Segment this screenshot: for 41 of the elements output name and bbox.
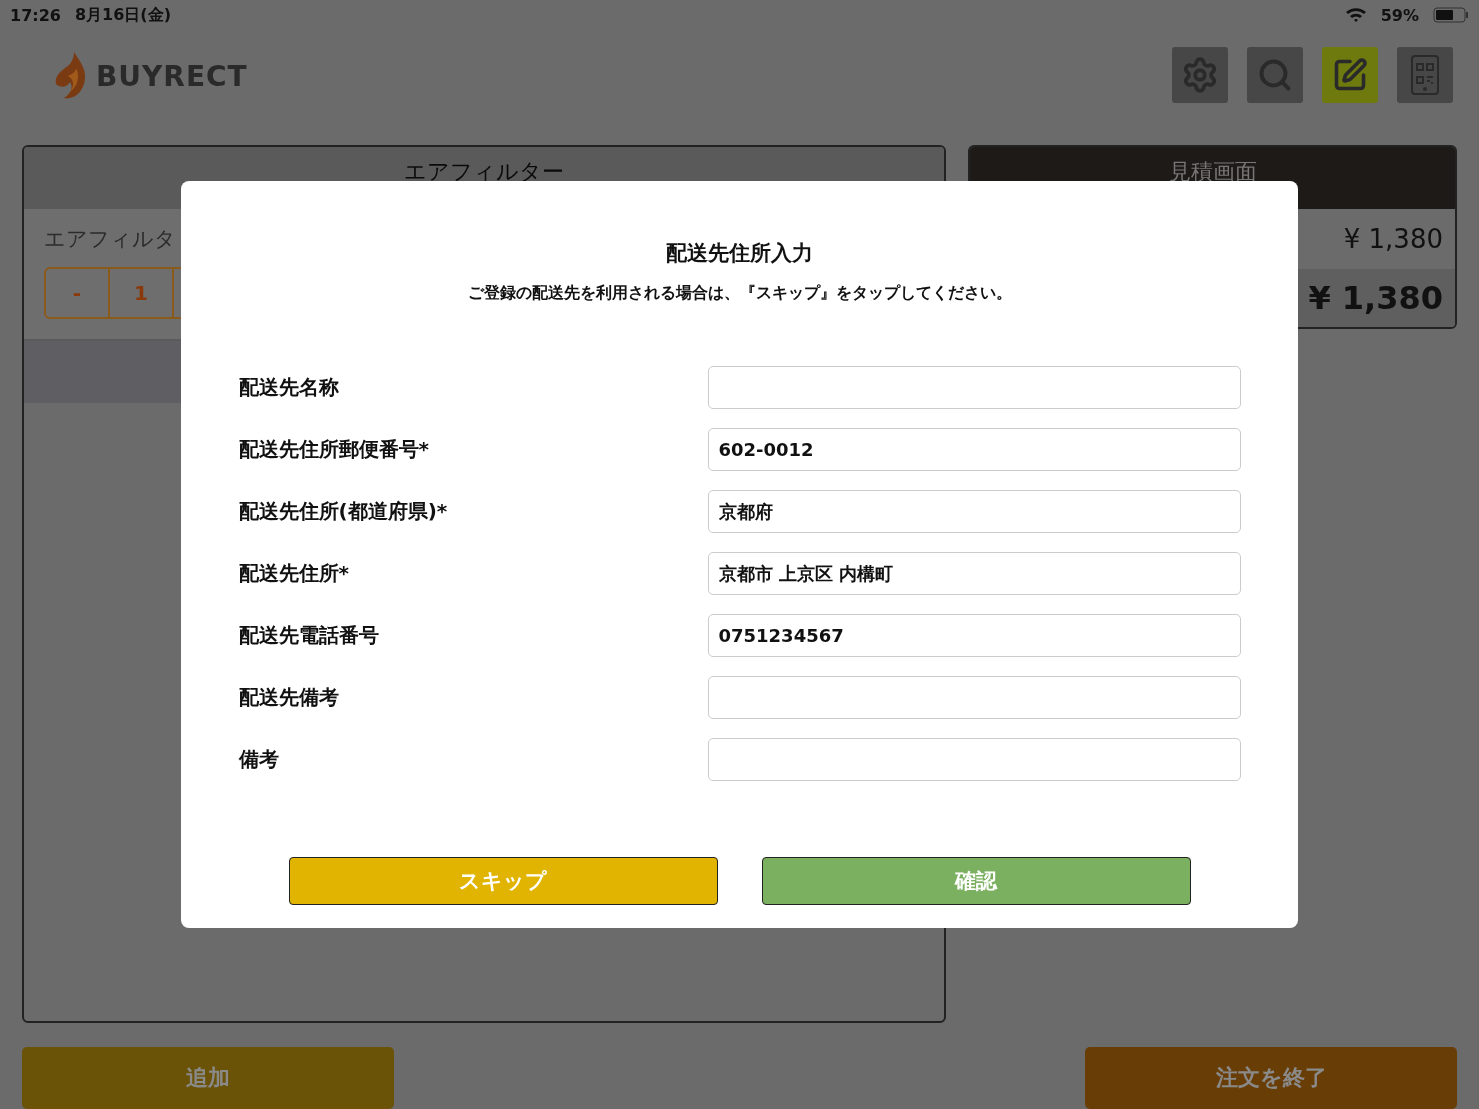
input-field[interactable]: 京都府	[707, 490, 1241, 533]
dialog-message: ご登録の配送先を利用される場合は、『スキップ』をタップしてください。	[467, 283, 1012, 304]
battery-icon	[1433, 7, 1469, 23]
wifi-icon	[1344, 7, 1367, 23]
settings-icon	[1181, 56, 1219, 94]
field-label: 配送先住所*	[238, 560, 349, 587]
subtotal-price: ¥ 1,380	[1343, 224, 1443, 254]
field-label: 配送先電話番号	[238, 622, 379, 649]
input-field[interactable]: 京都市 上京区 内構町	[707, 552, 1241, 595]
field-label: 配送先住所(都道府県)*	[238, 498, 448, 525]
add-button[interactable]: 追加	[22, 1047, 394, 1109]
dialog-title: 配送先住所入力	[666, 240, 813, 267]
settings-button[interactable]	[1172, 47, 1228, 103]
stepper-cell[interactable]: 1	[110, 269, 174, 317]
pencil-square-icon	[1332, 57, 1368, 93]
input-field[interactable]: 0751234567	[707, 614, 1241, 657]
finish-order-button[interactable]: 注文を終了	[1085, 1047, 1457, 1109]
search-button[interactable]	[1247, 47, 1303, 103]
item-name: エアフィルタ	[44, 226, 176, 253]
field-label: 配送先名称	[238, 374, 339, 401]
status-time: 17:26	[10, 5, 61, 25]
qr-button[interactable]	[1397, 47, 1453, 103]
confirm-button[interactable]: 確認	[761, 857, 1191, 905]
input-field[interactable]: 602-0012	[707, 428, 1241, 471]
total-price: ¥ 1,380	[1308, 279, 1443, 317]
search-icon	[1257, 57, 1293, 93]
tablet-qr-icon	[1410, 55, 1440, 95]
skip-button[interactable]: スキップ	[288, 857, 718, 905]
field-label: 配送先備考	[238, 684, 339, 711]
input-field[interactable]	[707, 738, 1241, 781]
field-label: 備考	[238, 746, 279, 773]
edit-button[interactable]	[1322, 47, 1378, 103]
status-date: 8月16日(金)	[74, 4, 171, 26]
panel-title: 見積画面	[1168, 158, 1257, 186]
input-field[interactable]	[707, 366, 1241, 409]
input-field[interactable]	[707, 676, 1241, 719]
logo-text: BUYRECT	[96, 59, 248, 93]
stepper-cell[interactable]: -	[46, 269, 110, 317]
battery-percent: 59%	[1380, 5, 1419, 25]
field-label: 配送先住所郵便番号*	[238, 436, 429, 463]
panel-title: エアフィルター	[404, 158, 564, 186]
